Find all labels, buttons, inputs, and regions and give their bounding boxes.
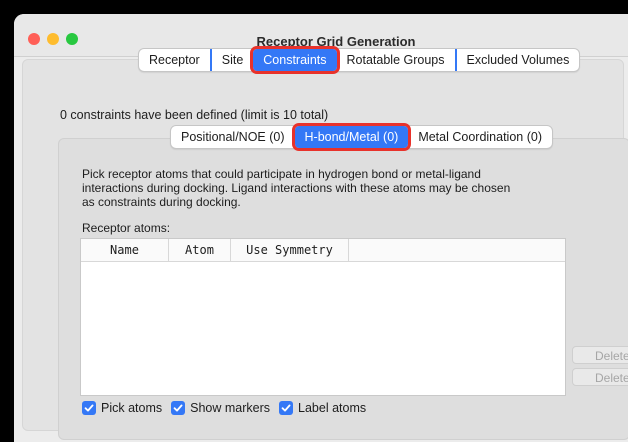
column-header-name[interactable]: Name (81, 239, 169, 261)
hbond-description: Pick receptor atoms that could participa… (82, 167, 511, 209)
constraints-summary: 0 constraints have been defined (limit i… (60, 108, 329, 122)
pick-atoms-checkbox[interactable]: Pick atoms (82, 401, 162, 415)
tab-metal-coordination[interactable]: Metal Coordination (0) (408, 126, 552, 148)
main-tab-bar: Receptor Site Constraints Rotatable Grou… (138, 46, 581, 74)
delete-all-button[interactable]: Delete All (572, 368, 628, 386)
checkmark-icon (279, 401, 294, 415)
marker-options: Pick atoms Show markers Label atoms (82, 401, 375, 415)
pick-atoms-label: Pick atoms (101, 401, 163, 415)
tab-positional-noe[interactable]: Positional/NOE (0) (171, 126, 295, 148)
show-markers-label: Show markers (190, 401, 271, 415)
receptor-atoms-label: Receptor atoms: (82, 221, 171, 235)
tab-constraints[interactable]: Constraints (250, 46, 340, 74)
show-markers-checkbox[interactable]: Show markers (171, 401, 270, 415)
checkmark-icon (171, 401, 186, 415)
tab-rotatable-groups[interactable]: Rotatable Groups (337, 49, 455, 71)
tab-excluded-volumes[interactable]: Excluded Volumes (454, 49, 580, 71)
delete-button[interactable]: Delete (572, 346, 628, 364)
label-atoms-checkbox[interactable]: Label atoms (279, 401, 366, 415)
tab-receptor[interactable]: Receptor (139, 49, 210, 71)
tab-hbond-metal[interactable]: H-bond/Metal (0) (291, 123, 412, 151)
window-title: Receptor Grid Generation (256, 34, 416, 49)
table-header: Name Atom Use Symmetry (81, 239, 565, 262)
column-header-atom[interactable]: Atom (169, 239, 231, 261)
column-header-use-symmetry[interactable]: Use Symmetry (231, 239, 349, 261)
label-atoms-label: Label atoms (298, 401, 367, 415)
receptor-atoms-table[interactable]: Name Atom Use Symmetry (80, 238, 566, 396)
tab-site[interactable]: Site (209, 49, 254, 71)
checkmark-icon (82, 401, 96, 415)
constraint-type-tabs: Positional/NOE (0) H-bond/Metal (0) Meta… (170, 123, 553, 151)
